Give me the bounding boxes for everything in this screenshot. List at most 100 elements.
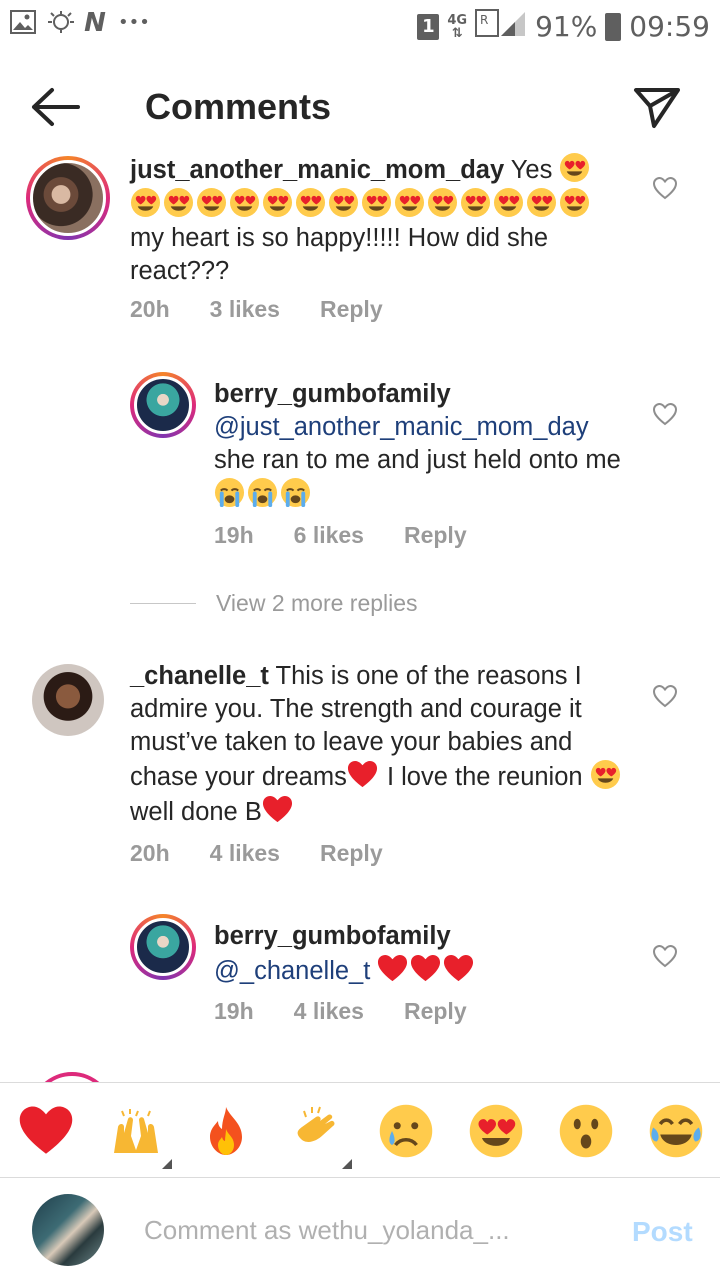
skin-tone-indicator [342,1159,352,1169]
sim-slot-badge: 1 [417,13,440,40]
comment-body: Yes [510,156,553,184]
avatar[interactable] [130,914,196,980]
comment-body-continued: my heart is so happy!!!!! How did she re… [130,224,549,285]
raising-hands-icon [114,1109,158,1153]
comment-text: just_another_manic_mom_day Yes my heart … [130,152,620,288]
back-button[interactable] [28,82,84,132]
comment-input-bar: Post [0,1180,720,1280]
reply-button[interactable]: Reply [404,998,467,1025]
comment-time: 20h [130,296,170,322]
avatar[interactable] [32,664,104,736]
reply-button[interactable]: Reply [320,840,383,867]
heart-eyes-reaction[interactable] [468,1103,524,1159]
app-n-icon: N [84,8,106,38]
share-button[interactable] [632,82,682,132]
comment-meta: 20h 3 likes Reply [130,296,383,323]
reply-time: 19h [214,522,254,548]
loudly-crying-emoji [280,477,311,508]
reply-button[interactable]: Reply [404,522,467,549]
mention-link[interactable]: @just_another_manic_mom_day [214,413,589,441]
comment-body-continued: I love the reunion [386,763,583,791]
comment-input[interactable] [144,1210,584,1250]
svg-text:R: R [480,13,488,27]
heart-outline-icon [652,944,678,968]
mention-link[interactable]: @_chanelle_t [214,957,370,985]
red-heart-emoji [443,953,474,984]
comment-username[interactable]: _chanelle_t [130,662,269,690]
reply-text: berry_gumbofamily @just_another_manic_mo… [214,378,634,512]
current-user-avatar [32,1194,104,1266]
comment-item: _chanelle_t This is one of the reasons I… [0,660,720,880]
settings-light-icon [46,10,74,36]
status-bar: N ••• 1 4G ⇅ R 91% 09:59 [0,0,720,50]
red-heart-emoji [377,953,408,984]
clapping-hands-reaction[interactable] [288,1103,352,1169]
reply-username[interactable]: berry_gumbofamily [214,920,634,953]
more-notifications-icon: ••• [118,12,150,33]
post-button[interactable]: Post [632,1216,693,1248]
astonished-reaction[interactable] [558,1103,614,1159]
battery-icon [605,12,622,41]
heart-outline-icon [652,402,678,426]
tears-of-joy-icon [649,1104,703,1158]
clock: 09:59 [629,10,710,43]
comment-text: _chanelle_t This is one of the reasons I… [130,660,630,829]
like-count[interactable]: 3 likes [210,296,280,323]
red-heart-icon [18,1103,74,1159]
reply-time: 19h [214,998,254,1024]
crying-reaction[interactable] [378,1103,434,1159]
view-more-replies[interactable]: View 2 more replies [130,590,418,617]
network-type: 4G ⇅ [447,12,468,41]
signal-icon: R [475,8,527,45]
like-button[interactable] [652,176,678,200]
like-count[interactable]: 4 likes [294,998,364,1025]
astonished-face-icon [559,1104,613,1158]
raising-hands-reaction[interactable] [108,1103,172,1169]
clapping-hands-icon [297,1106,335,1142]
back-arrow-icon [32,88,80,126]
reply-button[interactable]: Reply [320,296,383,323]
comment-item: just_another_manic_mom_day Yes my heart … [0,150,720,323]
paper-plane-icon [634,88,680,128]
reply-meta: 19h 6 likes Reply [214,522,467,549]
fire-reaction[interactable] [198,1103,254,1159]
heart-outline-icon [652,176,678,200]
avatar[interactable] [26,156,110,240]
like-button[interactable] [652,402,678,426]
gallery-icon [10,10,36,36]
like-count[interactable]: 6 likes [294,522,364,549]
like-button[interactable] [652,684,678,708]
comment-time: 20h [130,840,170,866]
reply-item: berry_gumbofamily @_chanelle_t 19h 4 lik… [0,912,720,1042]
avatar[interactable] [130,372,196,438]
red-heart-reaction[interactable] [18,1103,74,1159]
reply-text: berry_gumbofamily @_chanelle_t [214,920,634,988]
header: Comments [0,60,720,150]
view-more-label: View 2 more replies [216,590,418,616]
fire-icon [210,1107,242,1155]
heart-eyes-emoji [590,759,621,790]
crying-face-icon [379,1104,433,1158]
page-title: Comments [145,86,332,127]
like-count[interactable]: 4 likes [210,840,280,867]
divider-line [130,603,196,604]
like-button[interactable] [652,944,678,968]
comment-username[interactable]: just_another_manic_mom_day [130,156,504,184]
status-right: 1 4G ⇅ R 91% 09:59 [417,8,710,45]
status-left: N ••• [10,8,150,38]
reply-item: berry_gumbofamily @just_another_manic_mo… [0,370,720,560]
red-heart-emoji [347,759,378,790]
heart-eyes-icon [468,1103,524,1159]
quick-reactions-bar [0,1082,720,1178]
loudly-crying-emoji [214,477,245,508]
red-heart-emoji [262,794,293,825]
reply-meta: 19h 4 likes Reply [214,998,467,1025]
red-heart-emoji [410,953,441,984]
loudly-crying-emoji [247,477,278,508]
tears-of-joy-reaction[interactable] [648,1103,704,1159]
heart-outline-icon [652,684,678,708]
reply-username[interactable]: berry_gumbofamily [214,378,634,411]
skin-tone-indicator [162,1159,172,1169]
battery-percent: 91% [535,10,598,43]
comment-body-end: well done B [130,798,262,826]
